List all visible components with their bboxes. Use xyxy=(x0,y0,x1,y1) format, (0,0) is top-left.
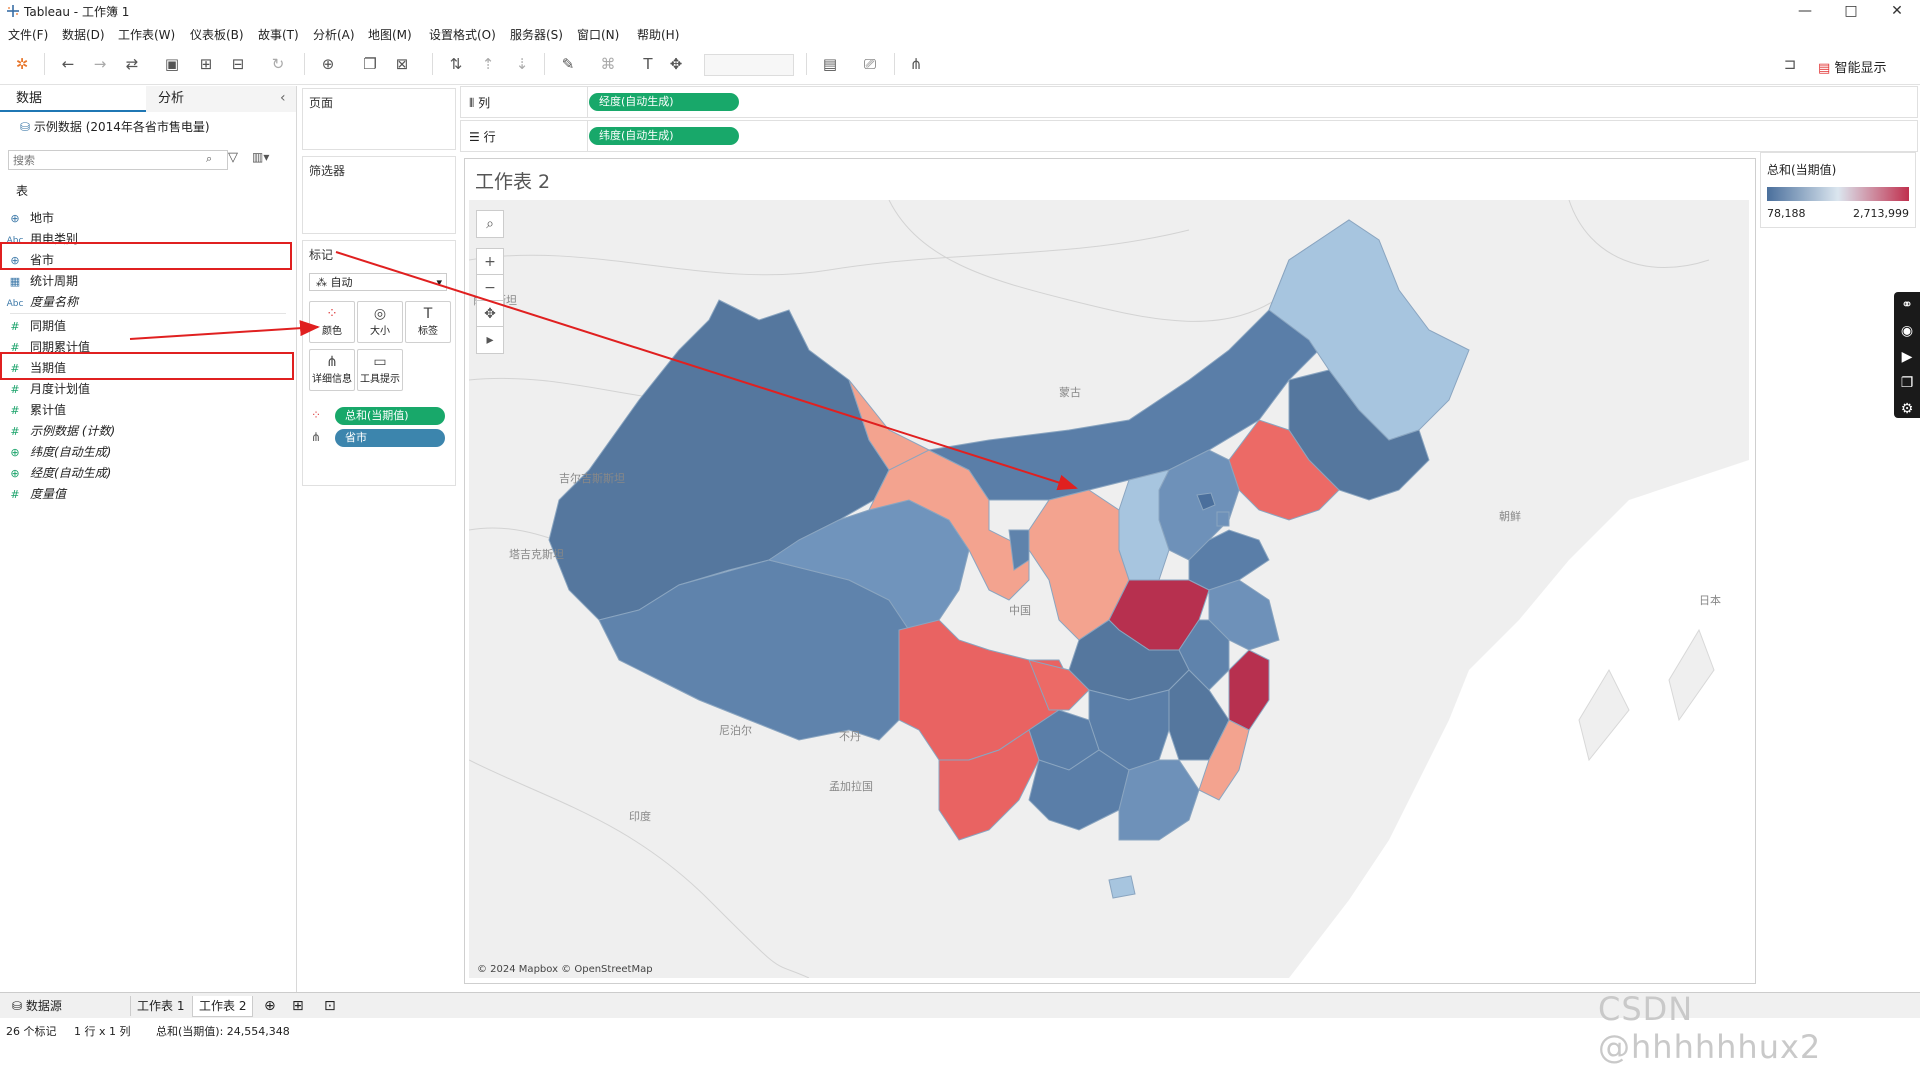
watermark: CSDN @hhhhhhux2 xyxy=(1598,990,1822,1066)
tab-sheet-2[interactable]: 工作表 2 xyxy=(192,996,254,1017)
new-story-tab-icon[interactable]: ⊡ xyxy=(318,996,342,1016)
gear-icon[interactable]: ⚙ xyxy=(1894,396,1920,422)
annotation-arrows xyxy=(129,251,1078,491)
camera-icon[interactable]: ◉ xyxy=(1894,318,1920,344)
floating-capture-toolbar: ⚭ ◉ ▶ ❐ ⚙ xyxy=(1894,292,1920,418)
status-rows-cols: 1 行 x 1 列 xyxy=(74,1025,131,1038)
new-worksheet-tab-icon[interactable]: ⊕ xyxy=(258,996,282,1016)
status-sum: 总和(当期值): 24,554,348 xyxy=(156,1025,290,1038)
status-marks: 26 个标记 xyxy=(6,1025,57,1038)
legend-gradient xyxy=(1767,187,1909,201)
arrow-field-to-color xyxy=(129,320,320,340)
datasource-tab-icon: ⛁ xyxy=(12,999,23,1013)
new-dashboard-tab-icon[interactable]: ⊞ xyxy=(286,996,310,1016)
datasource-tab-label: 数据源 xyxy=(25,999,62,1013)
tab-datasource[interactable]: ⛁ 数据源 xyxy=(6,996,68,1016)
legend-title: 总和(当期值) xyxy=(1767,163,1837,177)
arrow-marks-to-map xyxy=(335,251,1078,491)
legend-max: 2,713,999 xyxy=(1853,207,1909,220)
video-icon[interactable]: ▶ xyxy=(1894,344,1920,370)
color-legend[interactable]: 总和(当期值) 78,188 2,713,999 xyxy=(1760,152,1916,228)
window-icon[interactable]: ❐ xyxy=(1894,370,1920,396)
tab-sheet-1[interactable]: 工作表 1 xyxy=(130,996,190,1016)
link-icon[interactable]: ⚭ xyxy=(1894,292,1920,318)
legend-min: 78,188 xyxy=(1767,207,1806,220)
